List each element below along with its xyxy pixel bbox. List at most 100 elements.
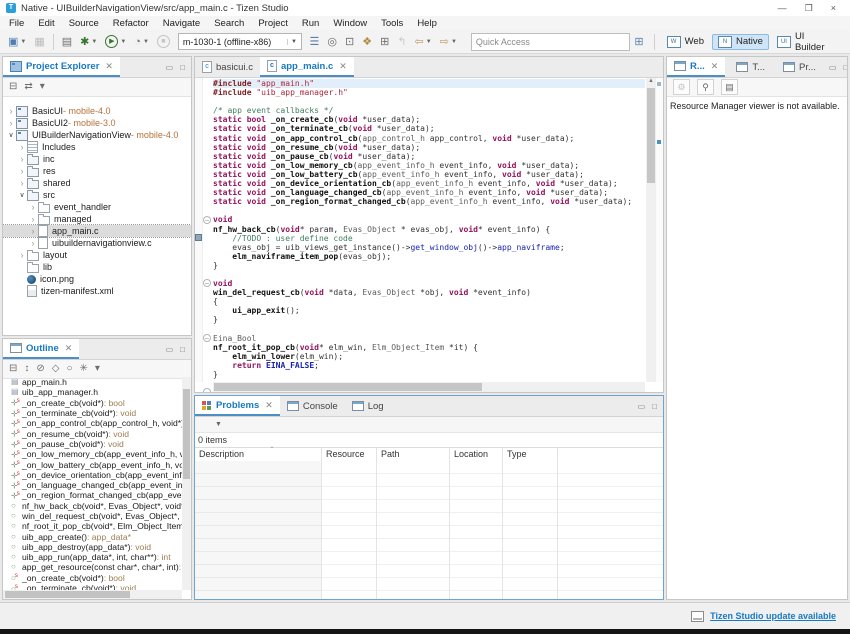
tree-item-basicui2[interactable]: ›BasicUI2 - mobile-3.0 — [3, 117, 191, 129]
pin-icon[interactable]: ⚲ — [697, 79, 714, 95]
outline-item[interactable]: ▤app_main.h — [3, 377, 182, 387]
hide-fields-icon[interactable]: ⊘ — [36, 361, 44, 377]
outline-item[interactable]: ✛s_on_region_format_changed_cb(app_event… — [3, 490, 182, 500]
expander-icon[interactable]: › — [28, 238, 38, 248]
tree-item-uibuildernavigationview.c[interactable]: ›uibuildernavigationview.c — [3, 237, 191, 249]
view-list-icon[interactable]: ▤ — [721, 79, 738, 95]
expander-icon[interactable]: › — [17, 166, 27, 176]
restore-button[interactable]: ❐ — [805, 3, 813, 14]
outline-item[interactable]: ✛s_on_pause_cb(void*) : void — [3, 439, 182, 449]
tree-item-src[interactable]: ∨src — [3, 189, 191, 201]
chevron-down-icon[interactable]: ▼ — [120, 39, 126, 45]
expander-icon[interactable]: › — [28, 226, 38, 236]
menu-edit[interactable]: Edit — [31, 18, 61, 29]
close-icon[interactable]: ✕ — [265, 400, 273, 411]
outline-item[interactable]: ○s_on_terminate_cb(void*) : void — [3, 583, 182, 590]
link-with-editor-icon[interactable]: ⇄ — [24, 79, 32, 95]
chevron-down-icon[interactable]: ▼ — [287, 39, 301, 45]
minimize-icon[interactable]: ▭ — [166, 63, 174, 72]
chevron-down-icon[interactable]: ▼ — [91, 39, 97, 45]
maximize-icon[interactable]: □ — [652, 402, 657, 411]
perspective-web[interactable]: WWeb — [661, 34, 710, 50]
outline-item[interactable]: ○uib_app_create() : app_data* — [3, 531, 182, 541]
tree-item-shared[interactable]: ›shared — [3, 177, 191, 189]
back-button[interactable]: ⇦▼ — [412, 33, 435, 51]
view-menu-icon[interactable]: ▾ — [95, 361, 100, 377]
tab-console[interactable]: Console — [280, 396, 345, 416]
expander-icon[interactable]: › — [28, 214, 38, 224]
menu-file[interactable]: File — [2, 18, 31, 29]
perspective-native[interactable]: NNative — [712, 34, 769, 50]
minimize-icon[interactable]: ▭ — [638, 402, 646, 411]
tab-outline[interactable]: Outline ✕ — [3, 339, 79, 359]
tizen-update-link[interactable]: Tizen Studio update available — [710, 611, 836, 621]
tree-item-app_main.c[interactable]: ›app_main.c — [3, 225, 191, 237]
tree-item-managed[interactable]: ›managed — [3, 213, 191, 225]
tab-log[interactable]: Log — [345, 396, 391, 416]
expander-icon[interactable]: › — [17, 178, 27, 188]
tree-item-event_handler[interactable]: ›event_handler — [3, 201, 191, 213]
outline-item[interactable]: ✛s_on_device_orientation_cb(app_event_in… — [3, 470, 182, 480]
outline-item[interactable]: ✛s_on_terminate_cb(void*) : void — [3, 408, 182, 418]
maximize-icon[interactable]: □ — [180, 345, 185, 354]
profile-button[interactable]: ◔▼ — [131, 33, 152, 51]
new-wizard-button[interactable]: ▣▼ — [5, 33, 29, 51]
outline-item[interactable]: ○s_on_create_cb(void*) : bool — [3, 573, 182, 583]
outline-item[interactable]: ▤uib_app_manager.h — [3, 387, 182, 397]
menu-tools[interactable]: Tools — [374, 18, 410, 29]
outline-item[interactable]: ✛s_on_resume_cb(void*) : void — [3, 428, 182, 438]
tab-r[interactable]: R...✕ — [667, 57, 725, 77]
outline-hscrollbar[interactable] — [3, 590, 182, 599]
editor-tab-app_main.c[interactable]: capp_main.c✕ — [260, 57, 354, 77]
expander-icon[interactable]: › — [17, 154, 27, 164]
outline-item[interactable]: ○nf_hw_back_cb(void*, Evas_Object*, void… — [3, 501, 182, 511]
editor-hscrollbar[interactable] — [213, 382, 645, 392]
minimize-icon[interactable]: ▭ — [829, 63, 837, 72]
tree-item-basicui[interactable]: ›BasicUI - mobile-4.0 — [3, 105, 191, 117]
expander-icon[interactable]: ∨ — [17, 191, 27, 199]
maximize-icon[interactable]: □ — [180, 63, 185, 72]
quick-access-input[interactable] — [471, 33, 631, 51]
outline-item[interactable]: ✛s_on_low_memory_cb(app_event_info_h, vo… — [3, 449, 182, 459]
open-perspective-button[interactable]: ⊞ — [630, 35, 647, 48]
menu-project[interactable]: Project — [251, 18, 295, 29]
tree-item-icon.png[interactable]: icon.png — [3, 273, 191, 285]
minimize-icon[interactable]: ▭ — [166, 345, 174, 354]
outline-vscrollbar[interactable] — [182, 377, 191, 590]
tree-item-includes[interactable]: ›Includes — [3, 141, 191, 153]
menu-search[interactable]: Search — [207, 18, 251, 29]
close-icon[interactable]: ✕ — [65, 343, 73, 354]
editor-tab-basicui.c[interactable]: cbasicui.c — [195, 57, 260, 77]
tree-item-tizen-manifest.xml[interactable]: tizen-manifest.xml — [3, 285, 191, 297]
view-menu-icon[interactable]: ▾ — [40, 79, 45, 95]
fold-collapse-icon[interactable]: – — [203, 388, 211, 393]
tab-project-explorer[interactable]: Project Explorer ✕ — [3, 57, 120, 77]
close-icon[interactable]: ✕ — [105, 61, 113, 72]
expander-icon[interactable]: › — [6, 118, 16, 128]
menu-refactor[interactable]: Refactor — [106, 18, 156, 29]
outline-item[interactable]: ○nf_root_it_pop_cb(void*, Elm_Object_Ite… — [3, 521, 182, 531]
close-icon[interactable]: ✕ — [339, 61, 347, 72]
forward-button[interactable]: ⇨▼ — [437, 33, 460, 51]
close-button[interactable]: × — [831, 3, 836, 14]
emulator-manager-button[interactable]: ☰ — [307, 33, 323, 51]
tree-item-uibuildernavigationview[interactable]: ∨UIBuilderNavigationView - mobile-4.0 — [3, 129, 191, 141]
minimize-button[interactable]: — — [778, 3, 787, 14]
menu-source[interactable]: Source — [62, 18, 106, 29]
outline-item[interactable]: ✛s_on_language_changed_cb(app_event_info… — [3, 480, 182, 490]
hide-non-public-members-icon[interactable]: ○ — [66, 361, 72, 377]
menu-window[interactable]: Window — [326, 18, 374, 29]
filter-dropdown-icon[interactable]: ▼ — [215, 421, 222, 428]
run-button[interactable]: ▶▼ — [102, 33, 129, 51]
tab-t[interactable]: T... — [729, 57, 772, 77]
sort-icon[interactable]: ↕ — [24, 361, 29, 377]
outline-item[interactable]: ✛s_on_create_cb(void*) : bool — [3, 398, 182, 408]
close-icon[interactable]: ✕ — [711, 61, 719, 72]
tree-item-lib[interactable]: lib — [3, 261, 191, 273]
hide-static-members-icon[interactable]: ◇ — [52, 361, 60, 377]
tab-problems[interactable]: Problems✕ — [195, 396, 280, 416]
tab-pr[interactable]: Pr... — [776, 57, 823, 77]
expander-icon[interactable]: › — [17, 142, 27, 152]
tree-item-layout[interactable]: ›layout — [3, 249, 191, 261]
expander-icon[interactable]: › — [17, 250, 27, 260]
